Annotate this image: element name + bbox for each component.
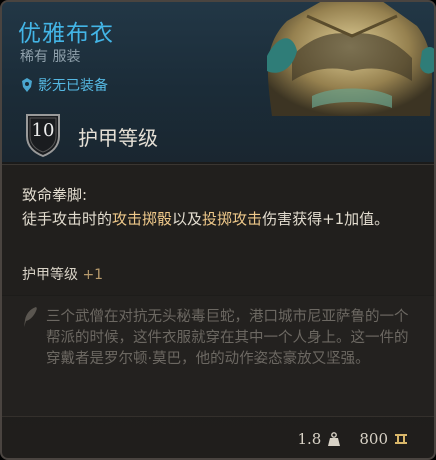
item-rarity-type: 稀有 服装: [20, 49, 81, 65]
attack-roll-keyword[interactable]: 攻击掷骰: [112, 210, 172, 228]
stat-bonus-value: +1: [82, 267, 104, 283]
footer-divider: [2, 416, 434, 417]
stat-bonus-label: 护甲等级: [22, 267, 78, 283]
passive-desc-part: 徒手攻击时的: [22, 210, 113, 228]
proficiency-icon: [22, 78, 32, 92]
lore-text: 三个武僧在对抗无头秘毒巨蛇，港口城市尼亚萨鲁的一个帮派的时候，这件衣服就穿在其中…: [46, 309, 409, 367]
gold-value: 800: [359, 430, 388, 448]
passive-desc-part: 伤害获得+1加值。: [262, 210, 390, 228]
quill-icon: [24, 307, 37, 327]
passive-title: 致命拳脚:: [22, 186, 88, 204]
proficiency-label: 影无已装备: [38, 78, 108, 94]
proficiency-row: 影无已装备: [20, 75, 108, 95]
armor-class-label: 护甲等级: [78, 126, 158, 150]
item-footer: 1.8 800: [298, 430, 421, 448]
item-name: 优雅布衣: [18, 21, 114, 47]
armor-class-value: 10: [31, 120, 55, 141]
item-portrait-art: [267, 2, 434, 116]
passive-desc-part: 以及: [172, 210, 203, 228]
weight-value: 1.8: [297, 430, 322, 448]
stat-bonus-line: 护甲等级 +1: [22, 264, 103, 284]
passive-description: 徒手攻击时的攻击掷骰以及投掷攻击伤害获得+1加值。: [22, 207, 392, 231]
weight-icon: [328, 432, 341, 446]
gold-coin-icon: [395, 434, 407, 444]
thrown-attack-keyword[interactable]: 投掷攻击: [202, 210, 262, 228]
tooltip-header: 优雅布衣 稀有 服装 影无已装备 10 护甲等级: [2, 2, 434, 162]
item-tooltip: 优雅布衣 稀有 服装 影无已装备 10 护甲等级 致命拳脚: 徒手攻击时的攻击掷…: [0, 0, 436, 460]
